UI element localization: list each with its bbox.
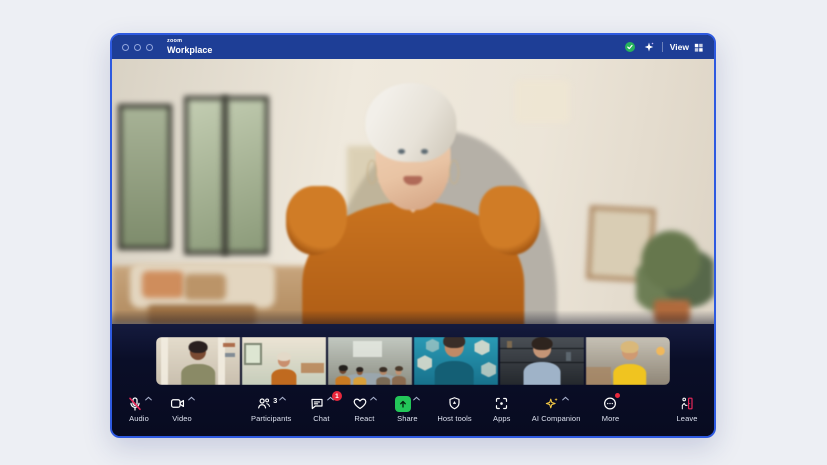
scene-pillow <box>184 274 226 301</box>
participant-figure <box>353 367 366 385</box>
filmstrip-tile-participant-beard-dark-bookshelf[interactable] <box>500 337 584 385</box>
meeting-toolbar: AudioVideo3Participants1ChatReactShareHo… <box>112 390 714 436</box>
participants-icon <box>256 396 272 411</box>
participant-count: 3 <box>273 396 277 405</box>
security-shield-check-icon[interactable] <box>624 41 636 53</box>
toolbar-group-center: 3 Participants 1Chat React Share Host tools Ap… <box>251 395 623 423</box>
logo-workplace-text: Workplace <box>167 46 212 55</box>
apps-button[interactable]: Apps <box>489 395 515 423</box>
leave-meeting-icon <box>679 396 695 411</box>
video-button[interactable]: Video <box>169 395 195 423</box>
more-button[interactable]: More <box>597 395 623 423</box>
chat-unread-badge: 1 <box>332 391 342 401</box>
scene-window-left <box>118 104 172 250</box>
window-maximize-button[interactable] <box>146 44 153 51</box>
share-button[interactable]: Share <box>394 395 420 423</box>
window-close-button[interactable] <box>122 44 129 51</box>
view-label: View <box>670 42 689 52</box>
filmstrip-tile-participants-table-group[interactable] <box>328 337 412 385</box>
toolbar-item-label: Host tools <box>437 414 471 423</box>
zoom-meeting-window: zoom Workplace View <box>110 33 716 438</box>
share-screen-icon <box>395 396 411 412</box>
scene-pillow <box>142 271 184 298</box>
toolbar-group-right: Leave <box>674 395 700 423</box>
toolbar-item-label: Audio <box>129 414 149 423</box>
speaker-figure <box>275 59 552 324</box>
participants-button[interactable]: 3 Participants <box>251 395 291 423</box>
chevron-up-icon[interactable] <box>413 396 420 401</box>
more-ellipsis-icon <box>602 396 618 411</box>
participant-figure <box>377 367 390 385</box>
speaker-hoop-earring <box>367 160 376 184</box>
audio-button[interactable]: Audio <box>126 395 152 423</box>
notification-dot <box>615 393 620 398</box>
active-speaker-video <box>112 59 714 324</box>
chevron-up-icon[interactable] <box>188 396 195 401</box>
shield-icon <box>447 396 462 411</box>
toolbar-item-label: React <box>354 414 374 423</box>
titlebar-divider <box>662 42 663 52</box>
speaker-eye <box>398 149 405 154</box>
chat-button[interactable]: 1Chat <box>308 395 334 423</box>
toolbar-item-label: More <box>602 414 620 423</box>
participant-figure <box>435 337 474 385</box>
chevron-up-icon[interactable] <box>279 396 286 401</box>
participant-figure <box>524 337 561 385</box>
toolbar-item-label: Chat <box>313 414 329 423</box>
filmstrip-tile-participant-curly-hair-olive-top[interactable] <box>156 337 240 385</box>
mic-muted-icon <box>127 396 143 412</box>
participant-figure <box>613 340 647 385</box>
window-controls <box>122 44 153 51</box>
chevron-up-icon[interactable] <box>562 396 569 401</box>
host-tools-button[interactable]: Host tools <box>437 395 471 423</box>
speaker-hair <box>365 83 456 163</box>
view-button[interactable]: View <box>670 42 704 53</box>
meeting-bottom-panel: AudioVideo3Participants1ChatReactShareHo… <box>112 324 714 436</box>
heart-icon <box>352 396 368 411</box>
ai-companion-button[interactable]: AI Companion <box>532 395 581 423</box>
leave-button[interactable]: Leave <box>674 395 700 423</box>
chevron-up-icon[interactable] <box>145 396 152 401</box>
filmstrip-tile-participant-yellow-blazer[interactable] <box>586 337 670 385</box>
video-bottom-fade <box>112 310 714 324</box>
speaker-ruffle-sleeve <box>479 186 540 255</box>
participant-figure <box>181 340 215 385</box>
ai-sparkle-icon[interactable] <box>643 41 655 53</box>
chevron-up-icon[interactable] <box>370 396 377 401</box>
ai-companion-sparkle-icon <box>544 396 560 411</box>
toolbar-item-label: Share <box>397 414 418 423</box>
window-minimize-button[interactable] <box>134 44 141 51</box>
participant-figure <box>271 351 296 385</box>
participant-filmstrip <box>156 337 670 385</box>
participant-figure <box>336 365 351 385</box>
speaker-hoop-earring <box>449 160 458 184</box>
react-button[interactable]: React <box>351 395 377 423</box>
view-grid-icon <box>693 42 704 53</box>
participant-figure <box>391 366 405 385</box>
logo-zoom-text: zoom <box>167 39 212 45</box>
toolbar-item-label: AI Companion <box>532 414 581 423</box>
scene-window-mullion <box>222 96 228 255</box>
filmstrip-tile-participant-standing-orange-top[interactable] <box>242 337 326 385</box>
toolbar-item-label: Apps <box>493 414 511 423</box>
toolbar-group-left: Audio Video <box>126 395 195 423</box>
chat-bubble-icon <box>309 396 325 411</box>
video-camera-icon <box>169 396 186 411</box>
toolbar-item-label: Participants <box>251 414 291 423</box>
filmstrip-tile-participant-teal-suit-hex-background[interactable] <box>414 337 498 385</box>
toolbar-item-label: Video <box>172 414 192 423</box>
titlebar: zoom Workplace View <box>112 35 714 59</box>
zoom-workplace-logo: zoom Workplace <box>167 39 212 55</box>
apps-icon <box>494 396 509 411</box>
toolbar-item-label: Leave <box>677 414 698 423</box>
